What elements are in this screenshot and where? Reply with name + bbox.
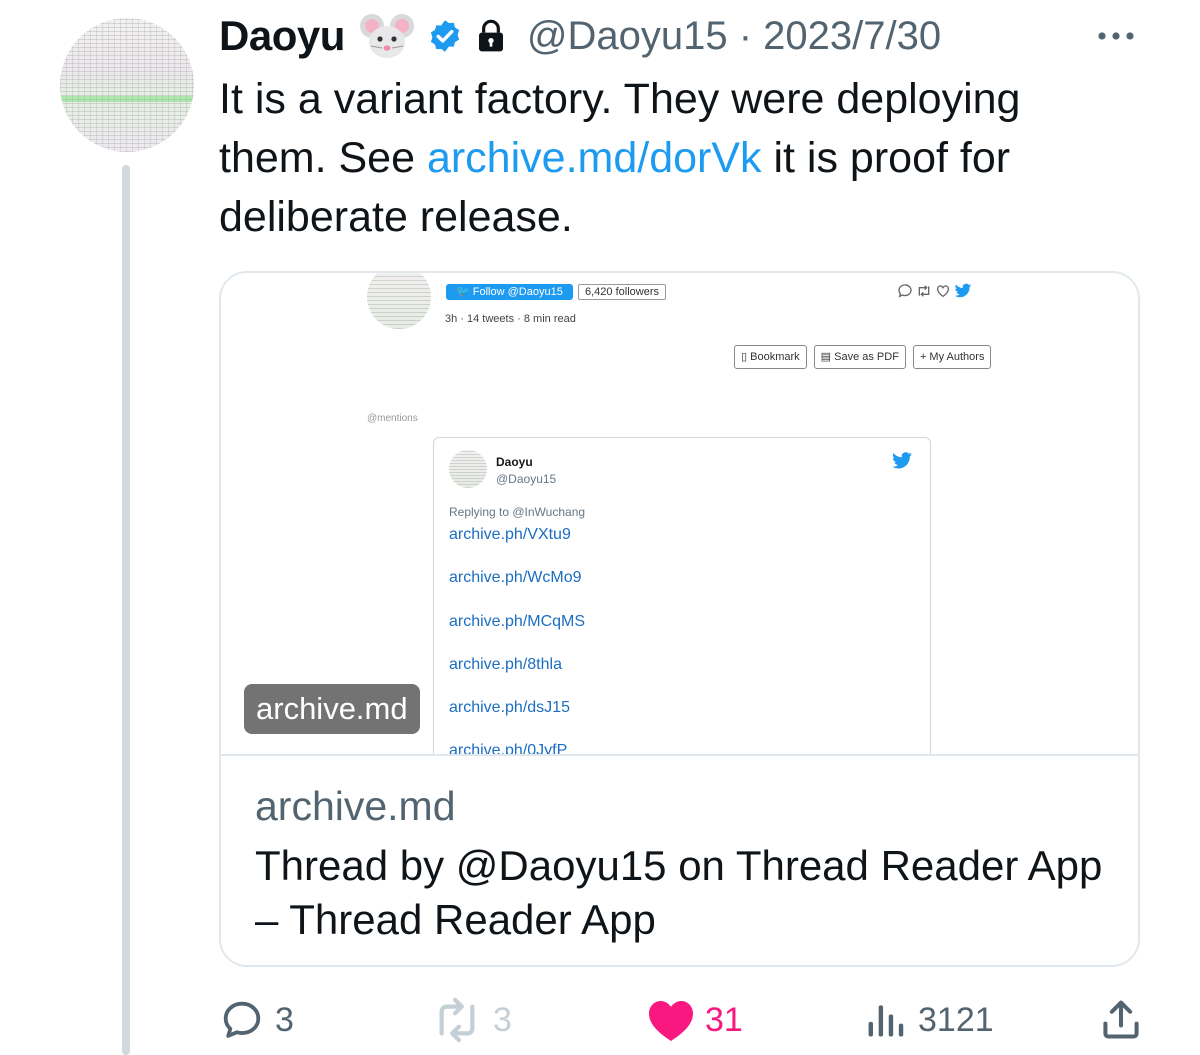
- embedded-link: archive.ph/WcMo9: [449, 569, 582, 587]
- share-icon: [1103, 1000, 1139, 1039]
- embedded-replying-to: Replying to @InWuchang: [449, 505, 586, 519]
- reply-button[interactable]: 3: [219, 990, 294, 1050]
- share-button[interactable]: [1099, 990, 1143, 1050]
- views-button[interactable]: 3121: [864, 990, 994, 1050]
- more-icon[interactable]: [1096, 28, 1136, 44]
- avatar[interactable]: [60, 18, 194, 152]
- preview-pdf-icon: ▤: [820, 351, 832, 363]
- preview-follow-label: Follow @Daoyu15: [472, 286, 563, 298]
- like-count: 31: [705, 1000, 743, 1039]
- tweet-text: It is a variant factory. They were deplo…: [219, 70, 1119, 247]
- preview-follow-button: 🐦 Follow @Daoyu15: [446, 284, 573, 300]
- heart-icon: [649, 1001, 693, 1041]
- verified-badge-icon[interactable]: [427, 18, 463, 54]
- embedded-author-handle: @Daoyu15: [496, 472, 557, 486]
- tweet-actions: 3 3 31 3121: [219, 990, 1140, 1050]
- preview-reply-icon: [898, 284, 912, 298]
- retweet-button[interactable]: 3: [431, 990, 512, 1050]
- card-title: Thread by @Daoyu15 on Thread Reader App …: [255, 842, 1103, 943]
- views-count: 3121: [918, 1000, 994, 1039]
- embedded-avatar: [449, 450, 487, 488]
- embedded-link: archive.ph/8thla: [449, 655, 562, 673]
- preview-tweet-icons: [897, 283, 972, 299]
- preview-bookmark-label: Bookmark: [750, 351, 800, 363]
- preview-action-buttons: ▯ Bookmark ▤ Save as PDF + My Authors: [734, 345, 992, 369]
- embedded-link: archive.ph/dsJ15: [449, 699, 570, 717]
- preview-retweet-icon: [918, 285, 930, 297]
- embedded-link: archive.ph/VXtu9: [449, 526, 571, 543]
- preview-thread-meta: 3h · 14 tweets · 8 min read: [445, 313, 576, 325]
- author-name[interactable]: Daoyu: [219, 12, 345, 60]
- tweet-header: Daoyu @Daoyu15 · 2023/7/30: [219, 8, 941, 64]
- embedded-twitter-icon: [892, 452, 912, 469]
- lock-icon: [478, 19, 503, 52]
- handle-and-date[interactable]: @Daoyu15 · 2023/7/30: [527, 14, 941, 59]
- preview-avatar: [367, 273, 431, 329]
- preview-like-icon: [937, 285, 949, 298]
- preview-bookmark-icon: ▯: [741, 351, 748, 363]
- thread-line: [122, 165, 130, 1055]
- reply-icon: [223, 1001, 261, 1038]
- reply-count: 3: [275, 1000, 294, 1039]
- preview-save-pdf-button: ▤ Save as PDF: [813, 345, 906, 369]
- preview-followers-count: 6,420 followers: [578, 284, 666, 300]
- embedded-author-name: Daoyu: [496, 455, 533, 469]
- preview-save-pdf-label: Save as PDF: [834, 351, 899, 363]
- preview-twitter-bird-icon: 🐦: [456, 286, 470, 298]
- embedded-link: archive.ph/0JyfP: [449, 742, 568, 756]
- retweet-count: 3: [493, 1000, 512, 1039]
- preview-embedded-tweet: Daoyu @Daoyu15 Replying to @InWuchang ar…: [433, 437, 931, 756]
- link-card[interactable]: 🐦 Follow @Daoyu15 6,420 followers 3h · 1…: [219, 271, 1140, 967]
- embedded-links-list: archive.ph/VXtu9 archive.ph/WcMo9 archiv…: [449, 526, 586, 756]
- card-domain: archive.md: [255, 783, 456, 829]
- tweet-link[interactable]: archive.md/dorVk: [427, 134, 762, 182]
- preview-mentions-label: @mentions: [367, 413, 418, 424]
- retweet-icon: [439, 997, 475, 1043]
- card-preview-image[interactable]: 🐦 Follow @Daoyu15 6,420 followers 3h · 1…: [221, 273, 1138, 756]
- views-icon: [868, 1005, 904, 1037]
- like-button[interactable]: 31: [647, 990, 743, 1050]
- preview-twitter-icon: [954, 283, 972, 298]
- preview-bookmark-button: ▯ Bookmark: [734, 345, 807, 369]
- embedded-link: archive.ph/MCqMS: [449, 612, 586, 630]
- preview-my-authors-button: + My Authors: [912, 345, 992, 369]
- mouse-emoji-icon: [359, 14, 414, 58]
- card-domain-badge: archive.md: [244, 684, 420, 734]
